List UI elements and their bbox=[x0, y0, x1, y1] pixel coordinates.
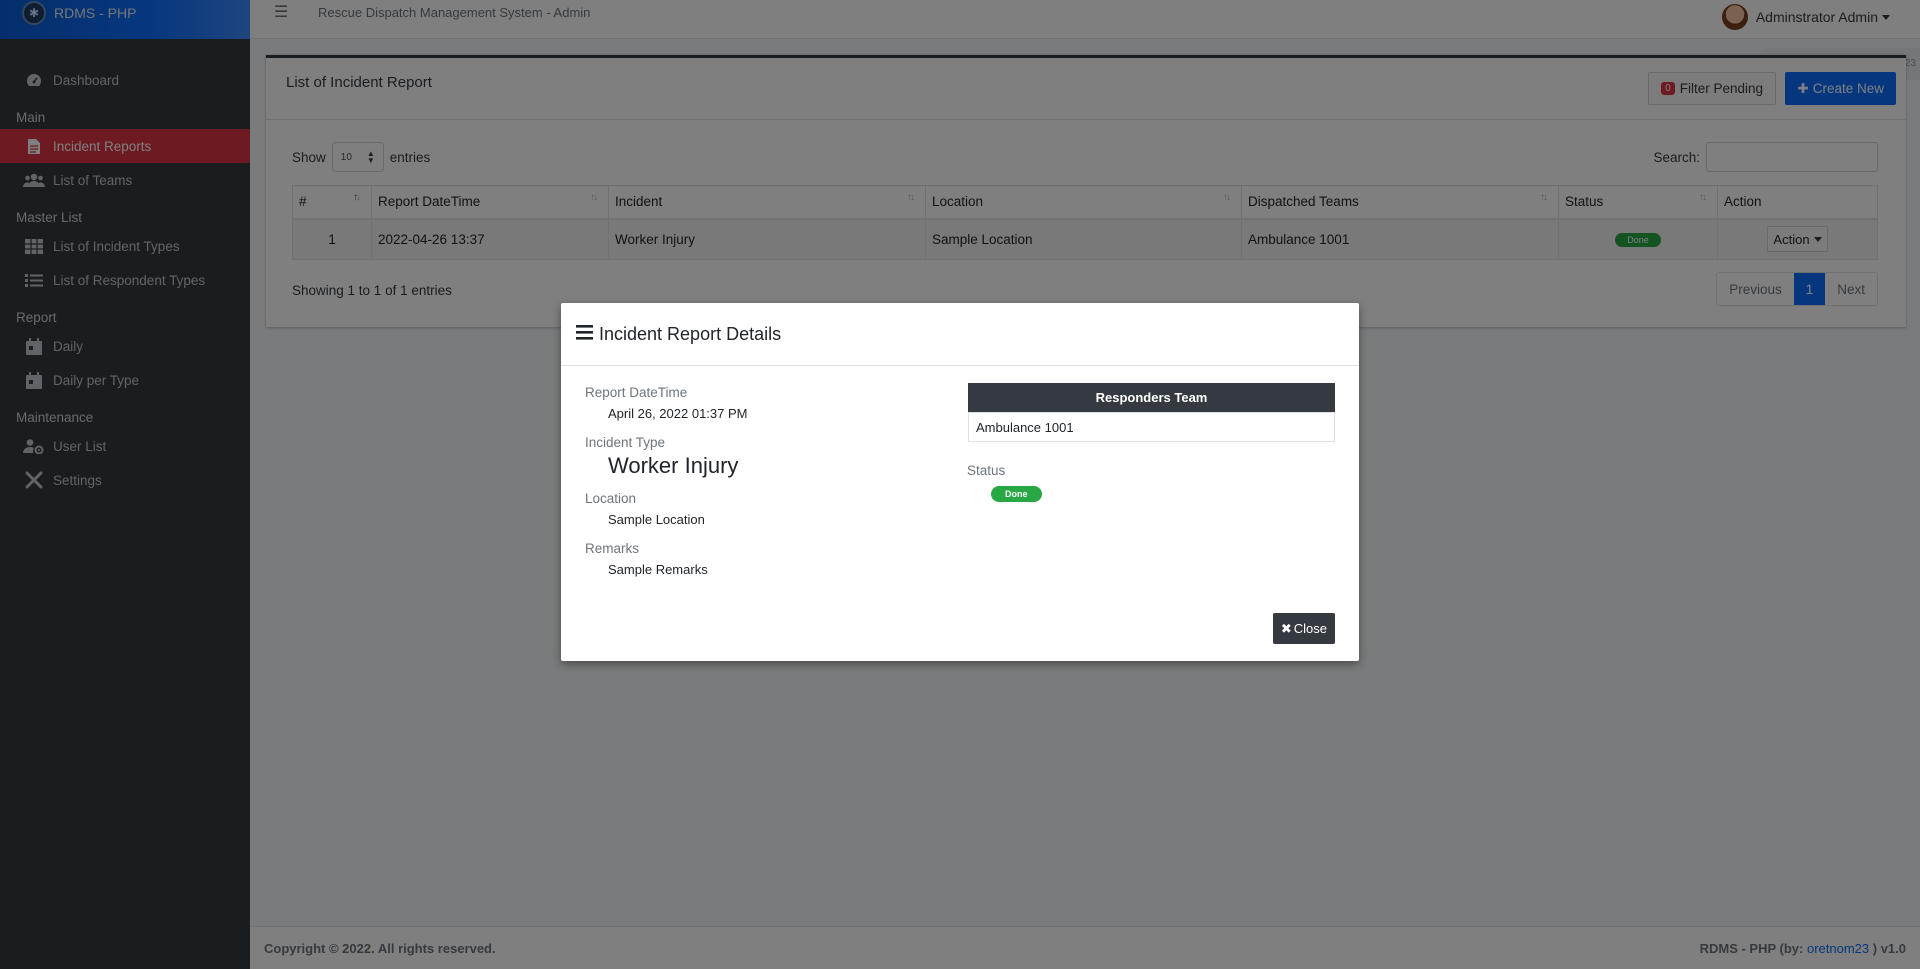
remarks-value: Sample Remarks bbox=[608, 562, 708, 577]
incident-type-value: Worker Injury bbox=[608, 453, 739, 478]
location-value: Sample Location bbox=[608, 512, 705, 527]
remarks-label: Remarks bbox=[585, 541, 640, 556]
location-label: Location bbox=[585, 491, 637, 506]
report-datetime-label: Report DateTime bbox=[585, 385, 688, 400]
status-badge: Done bbox=[991, 486, 1042, 502]
responders-team-header: Responders Team bbox=[968, 383, 1335, 412]
incident-type-label: Incident Type bbox=[585, 435, 666, 450]
responders-team-cell: Ambulance 1001 bbox=[968, 412, 1335, 442]
bars-icon bbox=[576, 325, 593, 343]
close-label: Close bbox=[1293, 621, 1327, 636]
report-datetime-value: April 26, 2022 01:37 PM bbox=[608, 406, 748, 421]
modal-title: Incident Report Details bbox=[599, 323, 782, 344]
close-button[interactable]: ✖ Close bbox=[1272, 613, 1335, 644]
status-label: Status bbox=[967, 463, 1006, 478]
modal-header: Incident Report Details bbox=[561, 303, 1359, 366]
close-icon: ✖ bbox=[1280, 620, 1292, 636]
incident-details-modal: Incident Report Details Report DateTime … bbox=[561, 303, 1359, 661]
